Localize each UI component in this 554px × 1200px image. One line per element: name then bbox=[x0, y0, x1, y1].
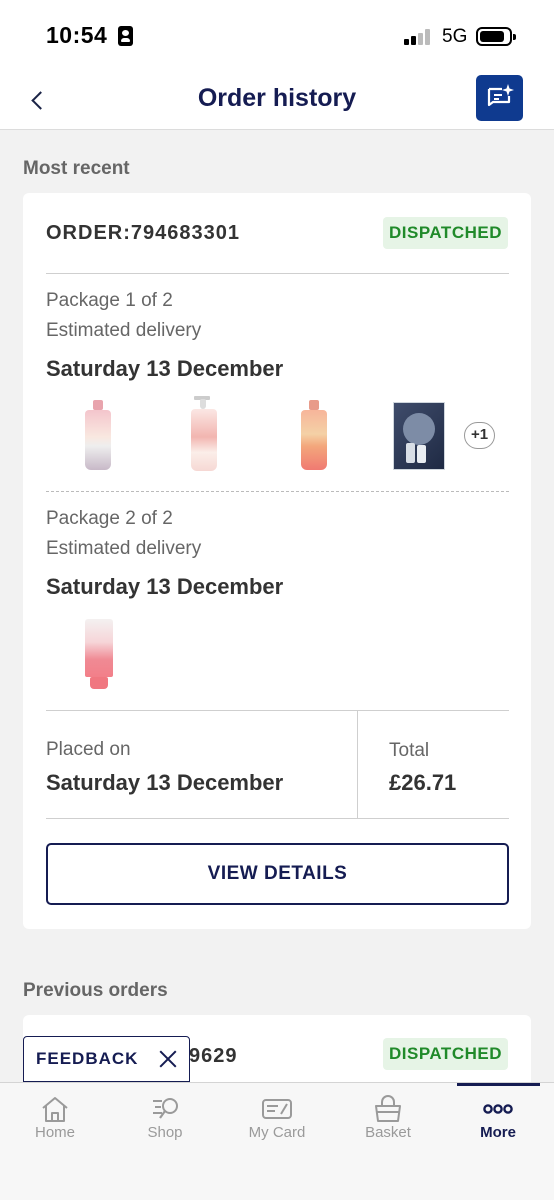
order-card: ORDER:794683301 DISPATCHED Package 1 of … bbox=[23, 193, 531, 929]
more-items-badge[interactable]: +1 bbox=[464, 422, 495, 449]
section-most-recent: Most recent bbox=[23, 158, 130, 179]
close-icon[interactable] bbox=[156, 1047, 180, 1071]
bottom-tab-bar: Home Shop My Card Basket More bbox=[0, 1082, 554, 1200]
product-thumbnail-pink-tube[interactable] bbox=[83, 619, 115, 691]
section-previous-orders: Previous orders bbox=[23, 980, 168, 1001]
home-icon bbox=[42, 1097, 68, 1122]
tab-shop[interactable]: Shop bbox=[110, 1083, 220, 1153]
tab-home[interactable]: Home bbox=[0, 1083, 110, 1153]
product-thumbnail-mens-gift-set[interactable] bbox=[393, 402, 445, 470]
network-type: 5G bbox=[442, 26, 468, 47]
more-dots-icon bbox=[483, 1104, 513, 1114]
package-title: Package 1 of 2 bbox=[46, 290, 173, 311]
tab-label: More bbox=[480, 1124, 516, 1141]
placed-on-date: Saturday 13 December bbox=[46, 770, 284, 795]
order-number-partial: 9629 bbox=[189, 1045, 238, 1067]
estimated-delivery-label: Estimated delivery bbox=[46, 320, 202, 341]
tab-basket[interactable]: Basket bbox=[333, 1083, 443, 1153]
shop-search-icon bbox=[153, 1098, 178, 1119]
package-title: Package 2 of 2 bbox=[46, 508, 173, 529]
divider bbox=[46, 710, 509, 711]
status-time: 10:54 bbox=[46, 22, 108, 48]
divider bbox=[46, 818, 509, 819]
estimated-delivery-label: Estimated delivery bbox=[46, 538, 202, 559]
order-number: ORDER:794683301 bbox=[46, 222, 240, 244]
vertical-divider bbox=[357, 711, 358, 819]
package-divider bbox=[46, 491, 509, 492]
chat-sparkle-icon bbox=[487, 84, 514, 107]
tab-label: My Card bbox=[248, 1124, 306, 1141]
total-label: Total bbox=[389, 740, 430, 761]
tab-label: Basket bbox=[365, 1124, 411, 1141]
placed-on-label: Placed on bbox=[46, 739, 131, 760]
product-thumbnail-pink-body-wash[interactable] bbox=[81, 400, 117, 472]
status-badge: DISPATCHED bbox=[383, 1038, 508, 1070]
tab-more[interactable]: More bbox=[443, 1083, 553, 1153]
signal-icon bbox=[404, 29, 434, 45]
tab-label: Home bbox=[34, 1124, 75, 1141]
view-details-button[interactable]: VIEW DETAILS bbox=[46, 843, 509, 905]
battery-icon bbox=[476, 27, 516, 46]
tab-my-card[interactable]: My Card bbox=[222, 1083, 332, 1153]
status-bar: 10:54 5G bbox=[0, 0, 554, 72]
total-value: £26.71 bbox=[389, 770, 457, 795]
product-thumbnail-pump-lotion[interactable] bbox=[188, 396, 222, 472]
product-thumbnail-orange-body-wash[interactable] bbox=[298, 400, 332, 472]
basket-icon bbox=[375, 1095, 401, 1122]
delivery-date: Saturday 13 December bbox=[46, 574, 284, 599]
feedback-tab[interactable]: FEEDBACK bbox=[23, 1036, 190, 1082]
divider bbox=[46, 273, 509, 274]
page-title: Order history bbox=[197, 84, 357, 112]
app-header: Order history bbox=[0, 72, 554, 130]
tab-label: Shop bbox=[147, 1124, 183, 1141]
chat-button[interactable] bbox=[476, 75, 523, 121]
delivery-date: Saturday 13 December bbox=[46, 356, 284, 381]
status-badge: DISPATCHED bbox=[383, 217, 508, 249]
loyalty-card-icon bbox=[262, 1099, 292, 1119]
feedback-label: FEEDBACK bbox=[36, 1049, 139, 1068]
contact-card-icon bbox=[118, 26, 133, 46]
